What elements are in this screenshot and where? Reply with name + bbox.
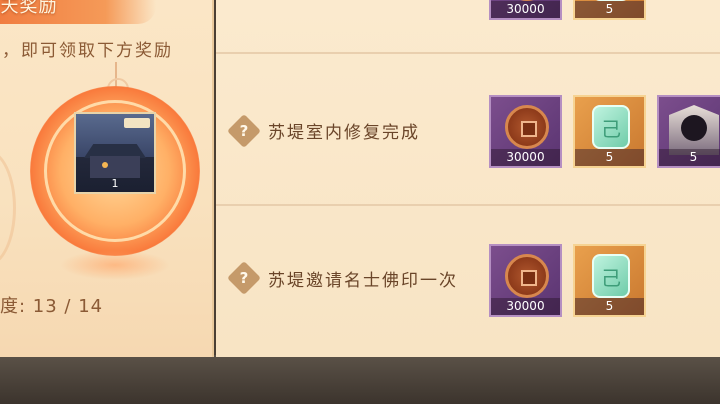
reward-amount: 5 (659, 149, 720, 166)
task-row: ? 苏堤邀请名士佛印一次 30000 5 (216, 206, 720, 357)
prize-tag (124, 118, 150, 128)
reward-amount: 5 (575, 149, 644, 166)
reward-item[interactable]: 30000 (489, 244, 562, 317)
reward-item[interactable]: 5 (573, 244, 646, 317)
jade-token-icon (592, 105, 630, 149)
decor-arc (0, 150, 16, 266)
question-icon: ? (239, 269, 249, 287)
reward-amount: 30000 (491, 298, 560, 315)
task-row: 30000 5 (216, 0, 720, 54)
prize-count: 1 (111, 177, 119, 190)
reward-item[interactable]: 5 (657, 95, 720, 168)
reward-amount: 5 (575, 298, 644, 315)
panel-title: 5天奖励 (0, 0, 58, 17)
reward-item[interactable]: 30000 (489, 95, 562, 168)
orb-glow (60, 250, 170, 280)
reward-panel: 5天奖励 ，即可领取下方奖励 1 度: 13 / 14 (0, 0, 214, 357)
task-label: 苏堤室内修复完成 (268, 123, 420, 143)
title-banner: 5天奖励 (0, 0, 156, 24)
progress-text: 度: 13 / 14 (0, 296, 104, 317)
reward-item[interactable]: 5 (573, 0, 646, 20)
bottom-bar (0, 355, 720, 404)
prize-art-lamp (102, 162, 108, 168)
panel-subtitle: ，即可领取下方奖励 (2, 41, 173, 61)
reward-amount: 30000 (491, 1, 560, 18)
character-portrait-icon (669, 105, 719, 155)
reward-item[interactable]: 30000 (489, 0, 562, 20)
task-row: ? 苏堤室内修复完成 30000 5 5 (216, 54, 720, 206)
reward-amount: 30000 (491, 149, 560, 166)
task-label: 苏堤邀请名士佛印一次 (268, 271, 458, 291)
prize-art-hall (90, 156, 140, 178)
question-icon: ? (239, 122, 249, 140)
jade-token-icon (592, 254, 630, 298)
copper-coin-icon (505, 105, 549, 149)
reward-amount: 5 (575, 1, 644, 18)
reward-item[interactable]: 5 (573, 95, 646, 168)
task-list: 30000 5 ? 苏堤室内修复完成 30000 5 5 ? 苏堤邀请名士佛印一… (216, 0, 720, 357)
copper-coin-icon (505, 254, 549, 298)
grand-prize-item[interactable]: 1 (74, 112, 156, 194)
